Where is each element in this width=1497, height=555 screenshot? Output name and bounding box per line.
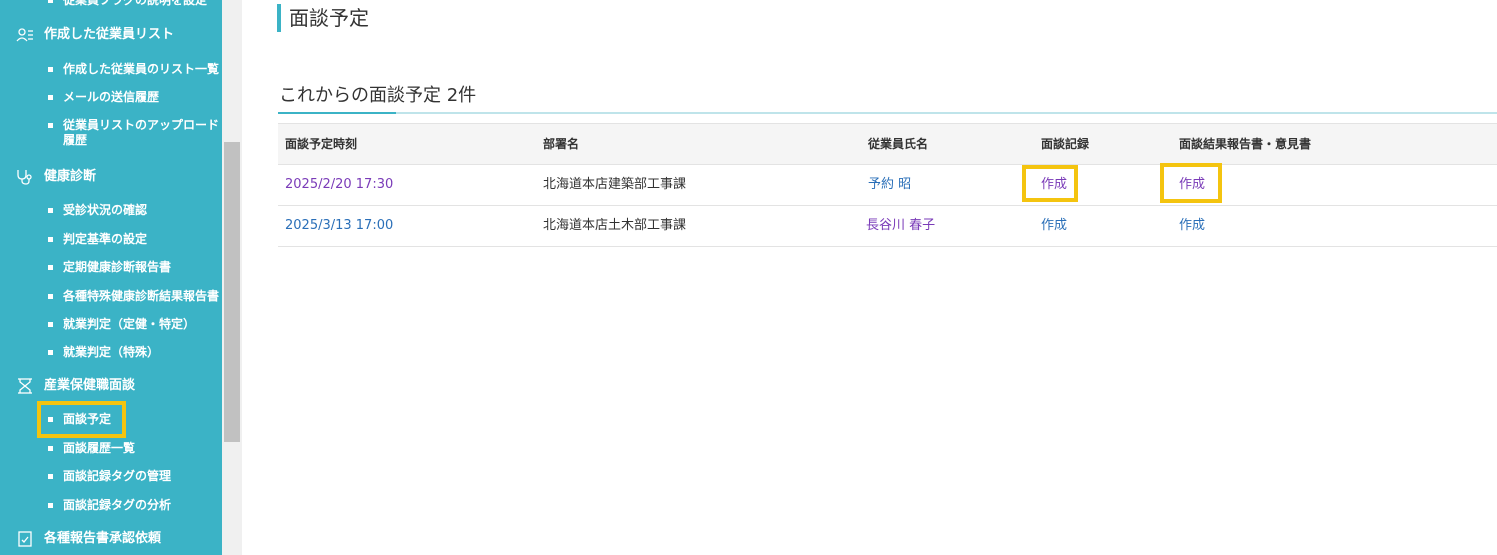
section-heading: これからの面談予定 2件 bbox=[279, 85, 477, 106]
hourglass-icon bbox=[18, 378, 32, 394]
bullet-icon bbox=[48, 208, 53, 213]
header-employee-name: 従業員氏名 bbox=[868, 137, 929, 151]
department-cell: 北海道本店土木部工事課 bbox=[543, 218, 687, 233]
header-time: 面談予定時刻 bbox=[285, 137, 358, 151]
employee-name-link[interactable]: 予約 昭 bbox=[868, 165, 911, 205]
bullet-icon bbox=[48, 446, 53, 451]
heading-divider-accent bbox=[278, 112, 396, 114]
sidebar-section-report-approval[interactable]: 各種報告書承認依頼 bbox=[16, 529, 161, 549]
sidebar-item-interview-history[interactable]: 面談履歴一覧 bbox=[48, 441, 135, 456]
create-report-link[interactable]: 作成 bbox=[1179, 206, 1205, 246]
sidebar-item-tag-management[interactable]: 面談記録タグの管理 bbox=[48, 469, 171, 484]
sidebar-item-work-judgement-special[interactable]: 就業判定（特殊） bbox=[48, 345, 159, 360]
sidebar-item-list-overview[interactable]: 作成した従業員のリスト一覧 bbox=[48, 62, 219, 77]
highlight-box bbox=[1160, 163, 1222, 203]
sidebar-section-health-check[interactable]: 健康診断 bbox=[16, 167, 96, 187]
table-row: 2025/3/13 17:00 北海道本店土木部工事課 長谷川 春子 作成 作成 bbox=[278, 206, 1497, 247]
bullet-icon bbox=[48, 474, 53, 479]
sidebar-section-occupational-health[interactable]: 産業保健職面談 bbox=[16, 376, 135, 396]
sidebar-item-mail-history[interactable]: メールの送信履歴 bbox=[48, 90, 159, 105]
bullet-icon bbox=[48, 237, 53, 242]
sidebar-scrollbar-thumb[interactable] bbox=[224, 142, 240, 442]
sidebar-item-flag-description[interactable]: 従業員フラグの説明を設定 bbox=[48, 0, 207, 8]
bullet-icon bbox=[48, 67, 53, 72]
sidebar: 従業員フラグの説明を設定 作成した従業員リスト 作成した従業員のリスト一覧 メー… bbox=[0, 0, 222, 555]
header-department: 部署名 bbox=[543, 137, 580, 151]
bullet-icon bbox=[48, 123, 53, 128]
bullet-icon bbox=[48, 322, 53, 327]
bullet-icon bbox=[48, 294, 53, 299]
interview-time-link[interactable]: 2025/2/20 17:30 bbox=[285, 165, 393, 205]
create-record-link[interactable]: 作成 bbox=[1041, 206, 1067, 246]
sidebar-item-special-report[interactable]: 各種特殊健康診断結果報告書 bbox=[48, 289, 219, 304]
bullet-icon bbox=[48, 0, 53, 3]
sidebar-item-criteria-setting[interactable]: 判定基準の設定 bbox=[48, 232, 147, 247]
employee-name-link[interactable]: 長谷川 春子 bbox=[866, 206, 935, 246]
page-title: 面談予定 bbox=[277, 4, 369, 32]
sidebar-item-tag-analysis[interactable]: 面談記録タグの分析 bbox=[48, 498, 171, 513]
interview-time-link[interactable]: 2025/3/13 17:00 bbox=[285, 206, 393, 246]
sidebar-item-periodic-report[interactable]: 定期健康診断報告書 bbox=[48, 260, 171, 275]
heading-divider bbox=[278, 112, 1497, 114]
sidebar-item-upload-history[interactable]: 従業員リストのアップロード 履歴 bbox=[48, 118, 219, 148]
sidebar-section-employee-list[interactable]: 作成した従業員リスト bbox=[16, 25, 174, 45]
header-interview-record: 面談記録 bbox=[1041, 137, 1090, 151]
document-check-icon bbox=[18, 531, 32, 547]
sidebar-item-work-judgement-general[interactable]: 就業判定（定健・特定） bbox=[48, 317, 195, 332]
bullet-icon bbox=[48, 265, 53, 270]
bullet-icon bbox=[48, 95, 53, 100]
bullet-icon bbox=[48, 350, 53, 355]
table-row: 2025/2/20 17:30 北海道本店建築部工事課 予約 昭 作成 作成 bbox=[278, 165, 1497, 206]
bullet-icon bbox=[48, 503, 53, 508]
user-list-icon bbox=[16, 28, 33, 42]
highlight-box bbox=[1022, 165, 1078, 202]
header-result-report: 面談結果報告書・意見書 bbox=[1179, 137, 1312, 151]
sidebar-item-exam-status[interactable]: 受診状況の確認 bbox=[48, 203, 147, 218]
highlight-box bbox=[37, 401, 126, 438]
table-header: 面談予定時刻 部署名 従業員氏名 面談記録 面談結果報告書・意見書 bbox=[278, 123, 1497, 165]
stethoscope-icon bbox=[17, 170, 32, 185]
department-cell: 北海道本店建築部工事課 bbox=[543, 177, 687, 192]
